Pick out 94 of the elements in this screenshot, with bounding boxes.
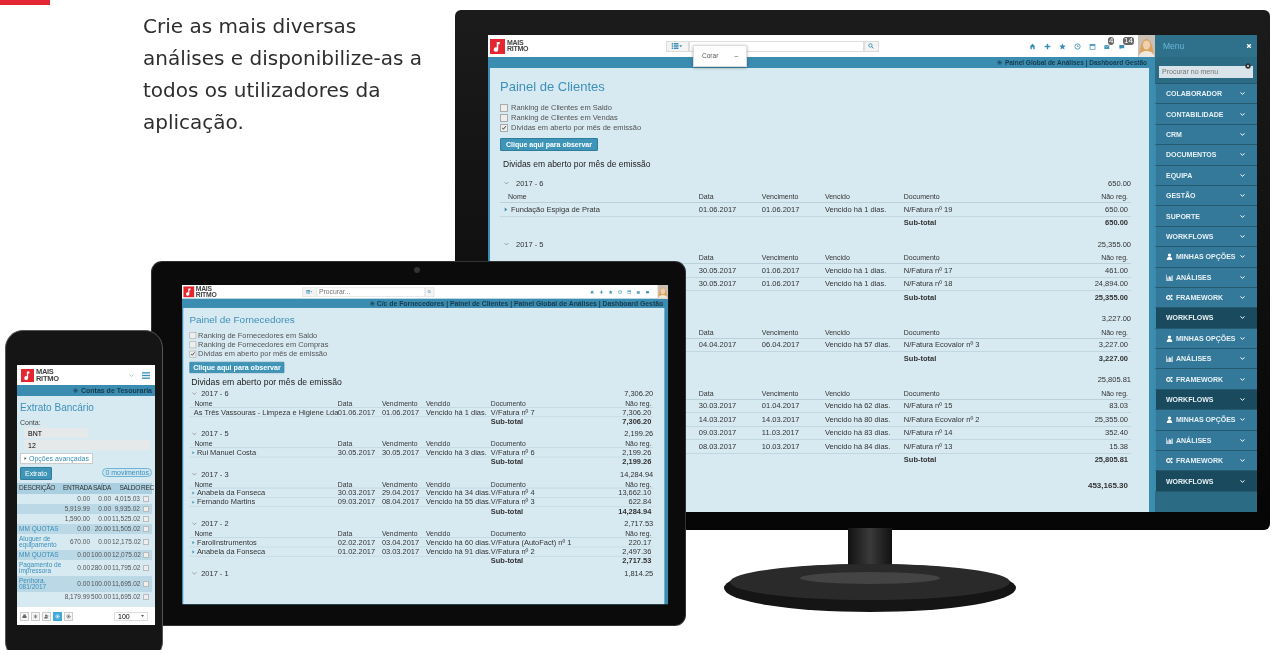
checkbox[interactable] [143, 565, 149, 571]
chevron-icon[interactable] [504, 181, 509, 185]
home-icon[interactable] [589, 289, 595, 294]
headline: Crie as mais diversas análises e disponibilize-as a todos os utilizadores da aplicação. [143, 13, 423, 136]
checkbox[interactable] [189, 350, 197, 358]
chat-icon[interactable] [1119, 42, 1126, 50]
chevron-icon [1240, 377, 1245, 381]
accent-bar [0, 0, 50, 5]
checkbox[interactable] [500, 103, 508, 112]
expand-icon[interactable] [504, 206, 508, 212]
search-button[interactable] [864, 40, 880, 52]
close-icon[interactable] [1246, 43, 1252, 49]
grand-total: 453,165.30 [1087, 481, 1128, 490]
gear-icon [72, 388, 78, 393]
calendar-icon[interactable] [627, 289, 632, 294]
checkbox[interactable] [143, 506, 149, 512]
logo-icon [21, 368, 34, 382]
asterisk-icon-button[interactable] [31, 611, 40, 621]
chevron-icon [1240, 316, 1245, 320]
list-icon [305, 289, 313, 294]
chevron-icon [1240, 418, 1245, 422]
caret-icon [141, 615, 144, 617]
notification-badge: 14 [1123, 36, 1134, 45]
user-icon [1166, 416, 1173, 424]
chevron-icon [1240, 153, 1245, 157]
page-title: Extrato Bancário [20, 402, 94, 413]
gears-icon [1166, 375, 1173, 383]
chevron-icon [1240, 438, 1245, 442]
chevron-icon[interactable] [129, 373, 134, 377]
envelope-icon[interactable] [636, 289, 641, 294]
menu-icon[interactable] [142, 371, 150, 379]
checkbox[interactable] [189, 331, 197, 339]
chevron-icon [1240, 479, 1245, 483]
gear-icon [370, 300, 375, 306]
gear-icon [996, 60, 1002, 65]
page-title: Painel de Fornecedores [189, 314, 296, 326]
checkbox[interactable] [143, 581, 149, 587]
checkbox[interactable] [143, 594, 149, 600]
calendar-icon[interactable] [1089, 42, 1096, 50]
chevron-icon [1240, 336, 1245, 340]
checkbox[interactable] [143, 539, 149, 545]
chat-icon[interactable] [645, 289, 651, 294]
star-icon[interactable] [608, 289, 613, 294]
user-icon [1166, 334, 1173, 342]
clock-icon[interactable] [1074, 42, 1081, 50]
notification-badge: 4 [1108, 36, 1115, 45]
page-title: Painel de Clientes [500, 79, 606, 94]
list-icon [671, 43, 684, 49]
plus-icon[interactable] [599, 289, 604, 294]
search-button[interactable] [425, 287, 435, 297]
search-icon [868, 43, 875, 49]
chevron-icon [1240, 112, 1245, 116]
chevron-icon [1240, 194, 1245, 198]
chevron-icon [1240, 357, 1245, 361]
section-heading: Dividas em aberto por mês de emissão [503, 159, 652, 169]
chevron-icon [1240, 296, 1245, 300]
menu-title: Menu [1163, 41, 1185, 51]
list-menu-button[interactable] [666, 40, 690, 52]
checkbox[interactable] [143, 526, 149, 532]
chevron-icon [1240, 275, 1245, 279]
chevron-icon [1240, 132, 1245, 136]
chevron-icon [1240, 92, 1245, 96]
bar-chart-icon [1166, 436, 1173, 444]
gear-icon-button[interactable] [64, 611, 73, 621]
gears-icon [1166, 294, 1173, 302]
user-icon [1166, 253, 1173, 261]
envelope-icon[interactable] [1104, 42, 1111, 50]
chevron-icon [1240, 173, 1245, 177]
home-icon[interactable] [1029, 42, 1036, 50]
list-menu-button[interactable] [302, 287, 317, 297]
caret-icon [24, 457, 27, 460]
expand-icon[interactable] [191, 450, 195, 455]
chevron-icon [1240, 214, 1245, 218]
plus-icon[interactable] [1044, 42, 1051, 50]
gears-icon [1166, 457, 1173, 465]
chevron-icon [1240, 459, 1245, 463]
section-heading: Dividas em aberto por mês de emissão [191, 376, 343, 387]
chevron-icon [1240, 398, 1245, 402]
checkbox[interactable] [143, 496, 149, 502]
chevron-icon [1240, 255, 1245, 259]
star-icon[interactable] [1059, 42, 1066, 50]
gear-icon-button[interactable] [53, 611, 62, 621]
chevron-icon [1240, 234, 1245, 238]
printer-icon-button[interactable] [20, 611, 29, 621]
bar-chart-icon [1166, 355, 1173, 363]
users-icon-button[interactable] [42, 611, 51, 621]
checkbox[interactable] [500, 123, 508, 132]
chevron-icon[interactable] [504, 242, 509, 246]
checkbox[interactable] [500, 113, 508, 122]
clear-icon[interactable] [1245, 63, 1251, 69]
checkbox[interactable] [143, 516, 149, 522]
bar-chart-icon [1166, 273, 1173, 281]
checkbox[interactable] [189, 341, 197, 348]
checkbox[interactable] [143, 552, 149, 558]
